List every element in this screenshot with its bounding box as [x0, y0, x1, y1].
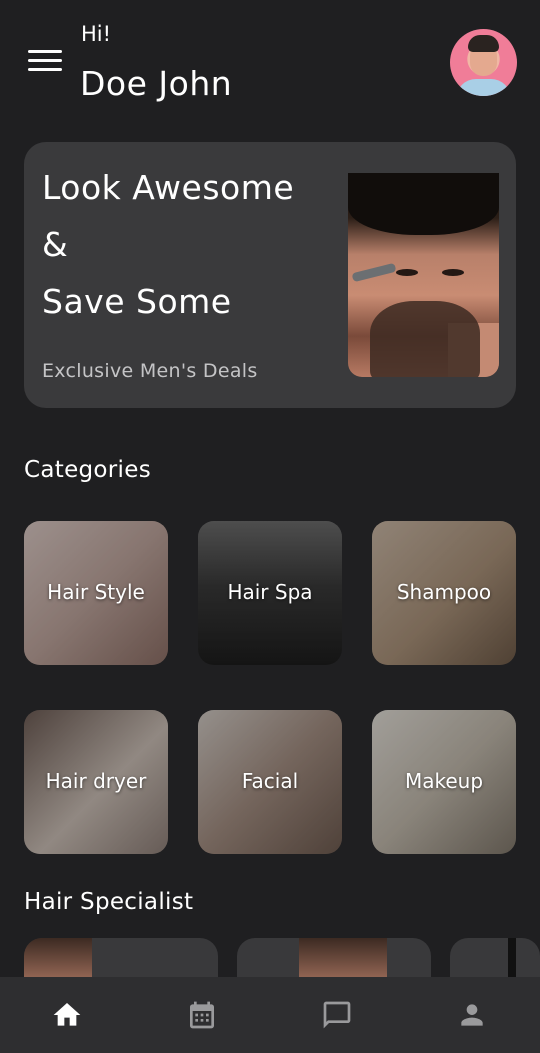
- category-hair-spa[interactable]: Hair Spa: [198, 521, 342, 665]
- category-shampoo[interactable]: Shampoo: [372, 521, 516, 665]
- promo-subtitle: Exclusive Men's Deals: [42, 360, 258, 382]
- category-facial[interactable]: Facial: [198, 710, 342, 854]
- category-hair-dryer[interactable]: Hair dryer: [24, 710, 168, 854]
- nav-profile[interactable]: [444, 987, 500, 1043]
- promo-headline-line2: &: [42, 225, 69, 264]
- category-label: Hair dryer: [45, 769, 147, 793]
- promo-model-image: [348, 173, 499, 377]
- category-label: Hair Spa: [227, 580, 313, 604]
- category-label: Hair Style: [47, 580, 145, 604]
- greeting-text: Hi!: [81, 22, 112, 46]
- category-hair-style[interactable]: Hair Style: [24, 521, 168, 665]
- nav-calendar[interactable]: [174, 987, 230, 1043]
- avatar[interactable]: [450, 29, 517, 96]
- category-label: Facial: [241, 769, 299, 793]
- home-icon: [53, 1003, 81, 1026]
- hair-specialist-title: Hair Specialist: [24, 889, 194, 915]
- category-label: Shampoo: [396, 580, 492, 604]
- username-title: Doe John: [80, 64, 233, 103]
- menu-icon[interactable]: [28, 50, 62, 76]
- bottom-nav: [0, 977, 540, 1053]
- nav-messages[interactable]: [309, 987, 365, 1043]
- nav-home[interactable]: [39, 987, 95, 1043]
- category-label: Makeup: [404, 769, 484, 793]
- category-makeup[interactable]: Makeup: [372, 710, 516, 854]
- promo-headline-line1: Look Awesome: [42, 168, 295, 207]
- promo-headline-line3: Save Some: [42, 282, 232, 321]
- calendar-icon: [190, 1001, 214, 1029]
- promo-banner[interactable]: Look Awesome & Save Some Exclusive Men's…: [24, 142, 516, 408]
- chat-icon: [323, 1001, 351, 1029]
- person-icon: [461, 1004, 483, 1026]
- categories-title: Categories: [24, 457, 151, 483]
